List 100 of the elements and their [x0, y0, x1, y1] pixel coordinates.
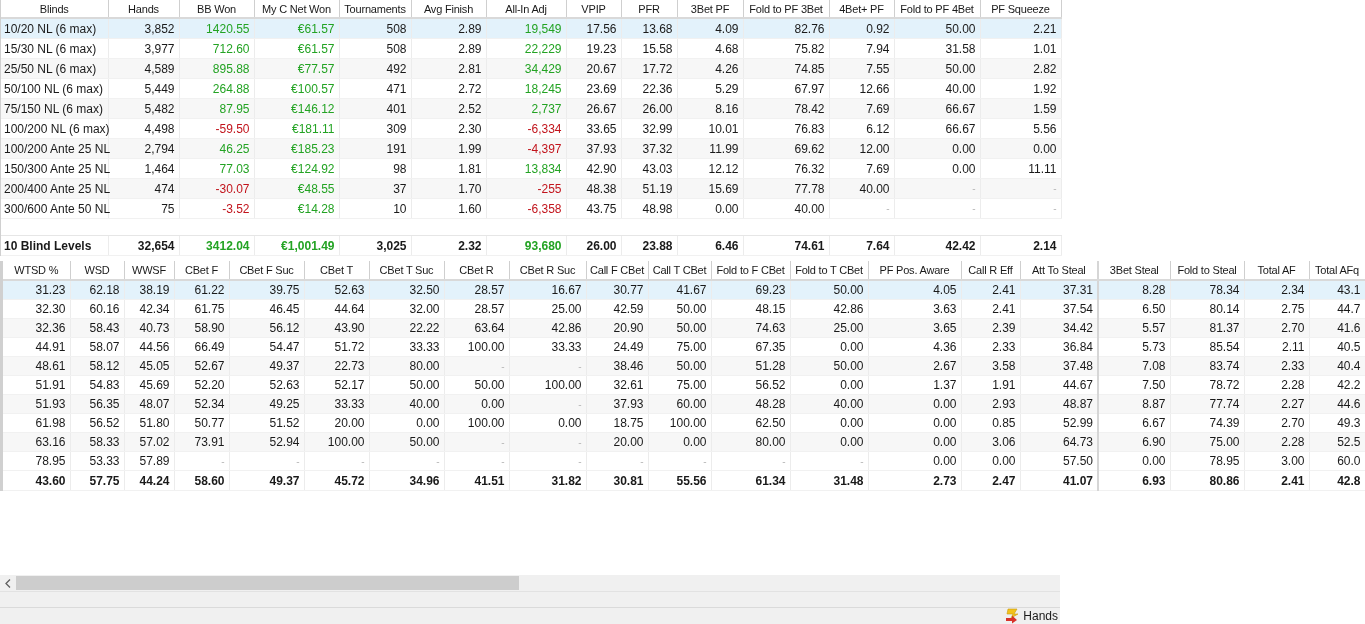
table-row[interactable]: 150/300 Ante 25 NL 1,464 77.03 €124.92 98 1.81 13,834 42.90 43.03 12.12 76.32 7.69 0.00 11.11 [1, 158, 1061, 179]
table-cell: 100.00 [444, 337, 509, 357]
column-header[interactable]: Att To Steal [1020, 261, 1098, 280]
table-cell: 10.01 [677, 118, 743, 139]
table-row[interactable]: 51.93 56.35 48.07 52.34 49.25 33.33 40.00 0.00 - 37.93 60.00 48.28 40.00 0.00 2.93 48.87 8.87 77.74 2.27 44.6 [3, 394, 1365, 414]
table-cell: 6.46 [677, 235, 743, 256]
table-cell: - [790, 451, 868, 471]
table-cell: 19.23 [566, 38, 621, 59]
table-row[interactable]: 300/600 Ante 50 NL 75 -3.52 €14.28 10 1.60 -6,358 43.75 48.98 0.00 40.00 - - - [1, 198, 1061, 219]
table-cell: 0.00 [790, 337, 868, 357]
table-cell: 31.58 [894, 38, 980, 59]
column-header[interactable]: VPIP [566, 0, 621, 18]
table-cell: 5.29 [677, 78, 743, 99]
table-cell: 0.00 [790, 413, 868, 433]
column-header[interactable]: BB Won [179, 0, 254, 18]
table-row[interactable]: 48.61 58.12 45.05 52.67 49.37 22.73 80.00 - - 38.46 50.00 51.28 50.00 2.67 3.58 37.48 7.08 83.74 2.33 40.4 [3, 356, 1365, 376]
table-cell: 2.14 [980, 235, 1061, 256]
column-header[interactable]: Fold to PF 3Bet [743, 0, 829, 18]
column-header[interactable]: Tournaments [339, 0, 411, 18]
table-cell: -6,334 [486, 118, 566, 139]
table-cell: 51.91 [3, 375, 70, 395]
table-cell: 80.86 [1170, 470, 1244, 491]
column-header[interactable]: CBet F Suc [229, 261, 304, 280]
column-header[interactable]: Call R Eff [961, 261, 1020, 280]
table-cell: 51.72 [304, 337, 369, 357]
table-cell: 6.12 [829, 118, 894, 139]
status-label[interactable]: Hands [1023, 609, 1058, 623]
table-cell: 44.7 [1309, 299, 1365, 319]
column-header[interactable]: Blinds [1, 0, 108, 18]
column-header[interactable]: Fold to PF 4Bet [894, 0, 980, 18]
table-cell: 51.52 [229, 413, 304, 433]
table-cell: 3.63 [868, 299, 961, 319]
column-header[interactable]: My C Net Won [254, 0, 339, 18]
table-cell: 60.0 [1309, 451, 1365, 471]
column-header[interactable]: PF Pos. Aware [868, 261, 961, 280]
table-cell: 48.98 [621, 198, 677, 219]
table-cell: 23.69 [566, 78, 621, 99]
table-row[interactable]: 25/50 NL (6 max) 4,589 895.88 €77.57 492 2.81 34,429 20.67 17.72 4.26 74.85 7.55 50.00 2.82 [1, 58, 1061, 79]
table-row[interactable]: 32.36 58.43 40.73 58.90 56.12 43.90 22.22 63.64 42.86 20.90 50.00 74.63 25.00 3.65 2.39 34.42 5.57 81.37 2.70 41.6 [3, 318, 1365, 338]
table-row[interactable]: 100/200 Ante 25 NL 2,794 46.25 €185.23 191 1.99 -4,397 37.93 37.32 11.99 69.62 12.00 0.00 0.00 [1, 138, 1061, 159]
table-cell: 58.07 [70, 337, 124, 357]
table-cell: 76.32 [743, 158, 829, 179]
table-cell: 58.60 [174, 470, 229, 491]
table-cell: 28.57 [444, 299, 509, 319]
table-cell: 100.00 [444, 413, 509, 433]
table-cell: 12.12 [677, 158, 743, 179]
chevron-left-icon[interactable] [5, 578, 11, 588]
table-cell: 66.67 [894, 118, 980, 139]
column-header[interactable]: CBet R [444, 261, 509, 280]
column-header[interactable]: PF Squeeze [980, 0, 1061, 18]
table-row[interactable]: 78.95 53.33 57.89 - - - - - - - - - - 0.00 0.00 57.50 0.00 78.95 3.00 60.0 [3, 451, 1365, 471]
scrollbar-thumb[interactable] [16, 576, 519, 590]
table-row[interactable]: 75/150 NL (6 max) 5,482 87.95 €146.12 401 2.52 2,737 26.67 26.00 8.16 78.42 7.69 66.67 1.59 [1, 98, 1061, 119]
table-row[interactable]: 200/400 Ante 25 NL 474 -30.07 €48.55 37 1.70 -255 48.38 51.19 15.69 77.78 40.00 - - [1, 178, 1061, 199]
table-cell: - [174, 451, 229, 471]
column-header[interactable]: CBet T Suc [369, 261, 444, 280]
table-row[interactable]: 31.23 62.18 38.19 61.22 39.75 52.63 32.50 28.57 16.67 30.77 41.67 69.23 50.00 4.05 2.41 37.31 8.28 78.34 2.34 43.1 [3, 280, 1365, 300]
column-header[interactable]: Total AF [1244, 261, 1309, 280]
column-header[interactable]: Fold to T CBet [790, 261, 868, 280]
table-cell: 55.56 [648, 470, 711, 491]
table-row[interactable]: 10/20 NL (6 max) 3,852 1420.55 €61.57 508 2.89 19,549 17.56 13.68 4.09 82.76 0.92 50.00 2.21 [1, 18, 1061, 39]
table-cell: 1.37 [868, 375, 961, 395]
table-cell: 23.88 [621, 235, 677, 256]
table-row[interactable]: 63.16 58.33 57.02 73.91 52.94 100.00 50.00 - - 20.00 0.00 80.00 0.00 0.00 3.06 64.73 6.90 75.00 2.28 52.5 [3, 432, 1365, 452]
column-header[interactable]: WWSF [124, 261, 174, 280]
column-header[interactable]: PFR [621, 0, 677, 18]
table-cell: 2.33 [961, 337, 1020, 357]
table-cell: - [648, 451, 711, 471]
table-cell: 57.75 [70, 470, 124, 491]
column-header[interactable]: 3Bet PF [677, 0, 743, 18]
table-row[interactable]: 50/100 NL (6 max) 5,449 264.88 €100.57 471 2.72 18,245 23.69 22.36 5.29 67.97 12.66 40.00 1.92 [1, 78, 1061, 99]
column-header[interactable]: WTSD % [3, 261, 70, 280]
table-cell: - [509, 451, 586, 471]
column-header[interactable]: Call T CBet [648, 261, 711, 280]
column-header[interactable]: All-In Adj [486, 0, 566, 18]
column-header[interactable]: Fold to F CBet [711, 261, 790, 280]
table-row[interactable]: 15/30 NL (6 max) 3,977 712.60 €61.57 508 2.89 22,229 19.23 15.58 4.68 75.82 7.94 31.58 1.01 [1, 38, 1061, 59]
column-header[interactable]: Call F CBet [586, 261, 648, 280]
column-header[interactable]: Hands [108, 0, 179, 18]
table-cell: 34.96 [369, 470, 444, 491]
table-cell: 25.00 [509, 299, 586, 319]
column-header[interactable]: Fold to Steal [1170, 261, 1244, 280]
column-header[interactable]: Avg Finish [411, 0, 486, 18]
table-cell: - [829, 198, 894, 219]
column-header[interactable]: 4Bet+ PF [829, 0, 894, 18]
table-cell: 40.00 [894, 78, 980, 99]
table-row[interactable]: 100/200 NL (6 max) 4,498 -59.50 €181.11 309 2.30 -6,334 33.65 32.99 10.01 76.83 6.12 66.67 5.56 [1, 118, 1061, 139]
column-header[interactable]: WSD [70, 261, 124, 280]
column-header[interactable]: CBet F [174, 261, 229, 280]
table-cell: 62.50 [711, 413, 790, 433]
table-cell: -3.52 [179, 198, 254, 219]
horizontal-scrollbar[interactable] [0, 575, 1060, 591]
table-cell: 1.60 [411, 198, 486, 219]
column-header[interactable]: CBet T [304, 261, 369, 280]
table-cell: 100/200 NL (6 max) [1, 118, 108, 139]
table-cell: 1.92 [980, 78, 1061, 99]
table-cell: 10/20 NL (6 max) [1, 18, 108, 39]
column-header[interactable]: 3Bet Steal [1098, 261, 1170, 280]
column-header[interactable]: CBet R Suc [509, 261, 586, 280]
column-header[interactable]: Total AFq [1309, 261, 1365, 280]
